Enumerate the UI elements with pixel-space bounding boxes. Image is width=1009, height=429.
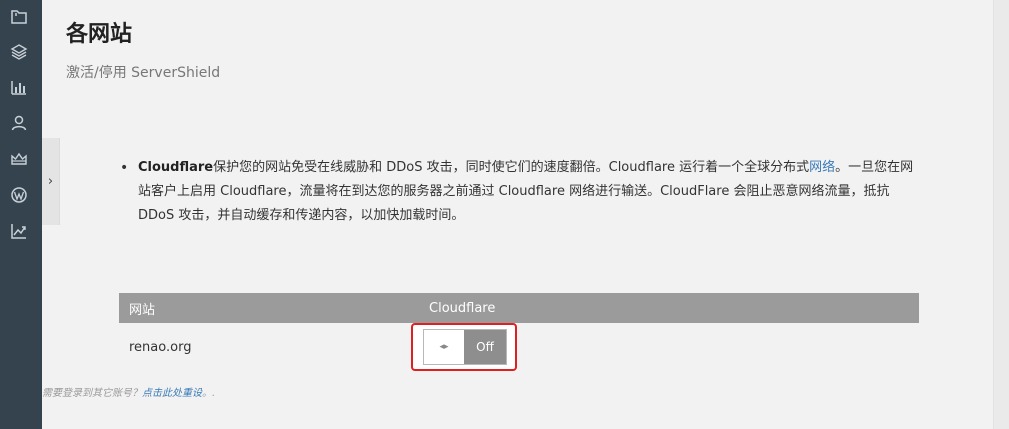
cloudflare-toggle[interactable]: ◂▸ Off <box>423 329 507 365</box>
trend-chart-icon[interactable] <box>10 222 28 240</box>
brand-name: Cloudflare <box>138 160 214 175</box>
arrows-horizontal-icon: ◂▸ <box>439 342 449 352</box>
toggle-highlight-box: ◂▸ Off <box>411 323 517 371</box>
crown-icon[interactable] <box>10 150 28 168</box>
sidebar <box>0 0 42 429</box>
bullet-point: • <box>120 160 129 176</box>
footer-text-end: 。. <box>202 388 216 399</box>
footer-text: 需要登录到其它账号？ <box>42 388 142 399</box>
user-icon[interactable] <box>10 114 28 132</box>
table-header-row: 网站 Cloudflare <box>119 293 919 323</box>
network-link[interactable]: 网络 <box>809 160 835 175</box>
layers-icon[interactable] <box>10 43 28 61</box>
cloudflare-description: • Cloudflare保护您的网站免受在线威胁和 DDoS 攻击，同时使它们的… <box>120 156 920 228</box>
description-text: Cloudflare保护您的网站免受在线威胁和 DDoS 攻击，同时使它们的速度… <box>138 156 920 228</box>
description-text-1: 保护您的网站免受在线威胁和 DDoS 攻击，同时使它们的速度翻倍。Cloudfl… <box>213 160 810 175</box>
page-subtitle: 激活/停用 ServerShield <box>66 65 221 81</box>
right-scrollbar-track[interactable] <box>993 0 1009 429</box>
column-header-cloudflare: Cloudflare <box>419 293 919 323</box>
main-content: 各网站 激活/停用 ServerShield • Cloudflare保护您的网… <box>66 0 986 429</box>
chevron-right-icon: › <box>47 174 54 189</box>
table-row: renao.org ◂▸ Off <box>119 323 919 371</box>
page-title: 各网站 <box>66 22 133 47</box>
toggle-knob[interactable]: ◂▸ <box>424 330 464 364</box>
sidebar-expand-button[interactable]: › <box>42 138 60 225</box>
toggle-state-label: Off <box>464 330 506 364</box>
cloudflare-cell: ◂▸ Off <box>411 323 919 371</box>
wordpress-icon[interactable] <box>10 186 28 204</box>
folder-icon[interactable] <box>10 8 28 26</box>
site-domain: renao.org <box>129 339 192 355</box>
column-header-site: 网站 <box>119 293 419 323</box>
bar-chart-icon[interactable] <box>10 78 28 96</box>
reset-link[interactable]: 点击此处重设 <box>142 388 202 399</box>
footer-note: 需要登录到其它账号？点击此处重设。. <box>42 384 215 399</box>
sites-table: 网站 Cloudflare renao.org ◂▸ Off <box>119 293 919 371</box>
